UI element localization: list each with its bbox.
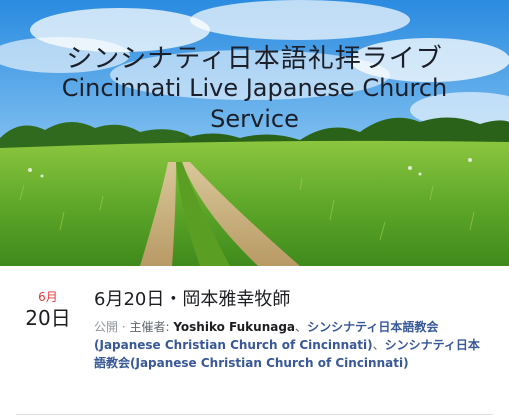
event-cover-image[interactable]: シンシナティ日本語礼拝ライブ Cincinnati Live Japanese … (0, 0, 509, 266)
event-info: 6月20日・岡本雅幸牧師 公開 · 主催者: Yoshiko Fukunaga、… (94, 288, 490, 372)
cover-title-english-line1: Cincinnati Live Japanese Church (61, 74, 448, 102)
cover-title-english-line2: Service (210, 105, 299, 133)
host-prefix: 主催者: (129, 320, 174, 334)
privacy-label: 公開 (94, 320, 119, 334)
event-details: 6月 20日 6月20日・岡本雅幸牧師 公開 · 主催者: Yoshiko Fu… (0, 266, 509, 419)
meta-separator: · (118, 320, 130, 334)
event-month: 6月 (38, 290, 58, 304)
event-card: シンシナティ日本語礼拝ライブ Cincinnati Live Japanese … (0, 0, 509, 419)
cover-title-japanese: シンシナティ日本語礼拝ライブ (66, 44, 443, 74)
event-date-badge: 6月 20日 (22, 290, 74, 330)
host-person-link[interactable]: Yoshiko Fukunaga (173, 320, 295, 334)
host-comma-1: 、 (295, 320, 308, 334)
event-meta: 公開 · 主催者: Yoshiko Fukunaga、シンシナティ日本語教会(J… (94, 318, 490, 372)
event-title-link[interactable]: 6月20日・岡本雅幸牧師 (94, 288, 490, 312)
host-comma-2: 、 (372, 338, 385, 352)
event-day: 20日 (25, 306, 71, 330)
card-divider (16, 414, 493, 415)
